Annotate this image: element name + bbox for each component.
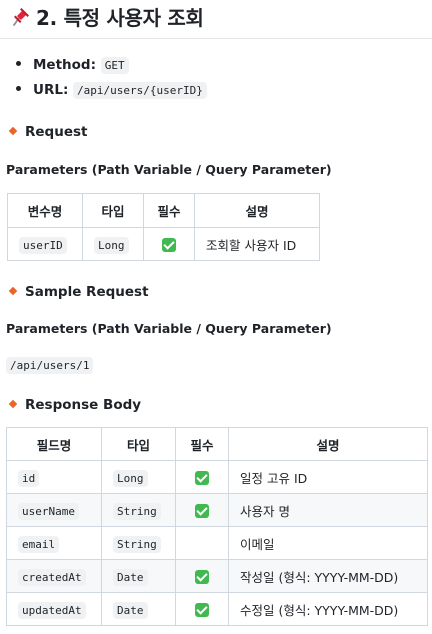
field-type: Long	[113, 469, 148, 487]
name-cell: email	[6, 526, 102, 560]
page-title: 2. 특정 사용자 조회	[8, 2, 204, 31]
table-header-row: 필드명 타입 필수 설명	[6, 427, 428, 461]
name-cell: userName	[6, 493, 102, 527]
request-heading: Request	[8, 124, 88, 140]
check-mark-button-icon	[195, 503, 209, 518]
bullet-dot	[16, 86, 21, 91]
check-mark-button-icon	[162, 237, 176, 252]
url-item: URL: /api/users/{userID}	[16, 82, 207, 99]
required-cell	[143, 227, 195, 261]
request-heading-text: Request	[25, 124, 88, 140]
required-cell	[175, 526, 229, 560]
type-cell: String	[101, 526, 176, 560]
orange-diamond-icon	[8, 286, 18, 296]
check-mark-button-icon	[195, 569, 209, 584]
field-name: email	[18, 535, 60, 553]
title-divider	[0, 38, 432, 39]
type-cell: Long	[82, 227, 144, 261]
field-name: userName	[18, 502, 79, 520]
description-cell: 이메일	[228, 526, 428, 560]
header-cell: 변수명	[7, 193, 83, 228]
header-cell: 설명	[194, 193, 320, 228]
name-cell: id	[6, 460, 102, 494]
description-cell: 조회할 사용자 ID	[194, 227, 320, 261]
field-name: updatedAt	[18, 601, 86, 619]
response-heading-text: Response Body	[25, 397, 142, 413]
url-label: URL:	[33, 82, 69, 98]
method-item: Method: GET	[16, 57, 129, 74]
response-body-table: 필드명 타입 필수 설명 id Long 일정 고유 ID userName S…	[6, 427, 428, 626]
header-cell: 타입	[101, 427, 176, 461]
type-cell: Date	[101, 592, 176, 626]
type-cell: String	[101, 493, 176, 527]
field-type: Long	[94, 236, 129, 254]
sample-path-code: /api/users/1	[6, 357, 94, 374]
sample-params-label: Parameters (Path Variable / Query Parame…	[6, 321, 332, 336]
description-cell: 사용자 명	[228, 493, 428, 527]
field-type: Date	[113, 568, 148, 586]
check-mark-button-icon	[195, 470, 209, 485]
required-cell	[175, 460, 229, 494]
response-body-heading: Response Body	[8, 397, 142, 413]
check-mark-button-icon	[195, 602, 209, 617]
url-value: /api/users/{userID}	[73, 82, 207, 99]
sample-heading-text: Sample Request	[25, 284, 149, 300]
orange-diamond-icon	[8, 126, 18, 136]
header-cell: 타입	[82, 193, 144, 228]
table-row: updatedAt Date 수정일 (형식: YYYY-MM-DD)	[6, 592, 428, 626]
type-cell: Long	[101, 460, 176, 494]
header-cell: 설명	[228, 427, 428, 461]
orange-diamond-icon	[8, 399, 18, 409]
sample-path: /api/users/1	[6, 354, 94, 374]
request-params-label: Parameters (Path Variable / Query Parame…	[6, 162, 332, 177]
name-cell: createdAt	[6, 559, 102, 593]
table-row: userID Long 조회할 사용자 ID	[7, 227, 320, 261]
required-cell	[175, 493, 229, 527]
type-cell: Date	[101, 559, 176, 593]
name-cell: updatedAt	[6, 592, 102, 626]
table-row: id Long 일정 고유 ID	[6, 460, 428, 494]
table-header-row: 변수명 타입 필수 설명	[7, 193, 320, 228]
required-cell	[175, 592, 229, 626]
table-row: createdAt Date 작성일 (형식: YYYY-MM-DD)	[6, 559, 428, 593]
header-cell: 필드명	[6, 427, 102, 461]
header-cell: 필수	[175, 427, 229, 461]
name-cell: userID	[7, 227, 83, 261]
header-cell: 필수	[143, 193, 195, 228]
sample-request-heading: Sample Request	[8, 284, 149, 300]
field-name: createdAt	[18, 568, 86, 586]
method-label: Method:	[33, 57, 96, 73]
description-cell: 작성일 (형식: YYYY-MM-DD)	[228, 559, 428, 593]
field-type: String	[113, 535, 161, 553]
required-cell	[175, 559, 229, 593]
description-cell: 수정일 (형식: YYYY-MM-DD)	[228, 592, 428, 626]
description-cell: 일정 고유 ID	[228, 460, 428, 494]
table-row: email String 이메일	[6, 526, 428, 560]
page-title-text: 2. 특정 사용자 조회	[36, 6, 204, 30]
field-type: String	[113, 502, 161, 520]
pushpin-icon	[13, 8, 29, 26]
field-name: userID	[19, 236, 67, 254]
request-params-table: 변수명 타입 필수 설명 userID Long 조회할 사용자 ID	[7, 193, 320, 261]
field-type: Date	[113, 601, 148, 619]
table-row: userName String 사용자 명	[6, 493, 428, 527]
bullet-dot	[16, 61, 21, 66]
method-value: GET	[100, 57, 129, 74]
field-name: id	[18, 469, 40, 487]
